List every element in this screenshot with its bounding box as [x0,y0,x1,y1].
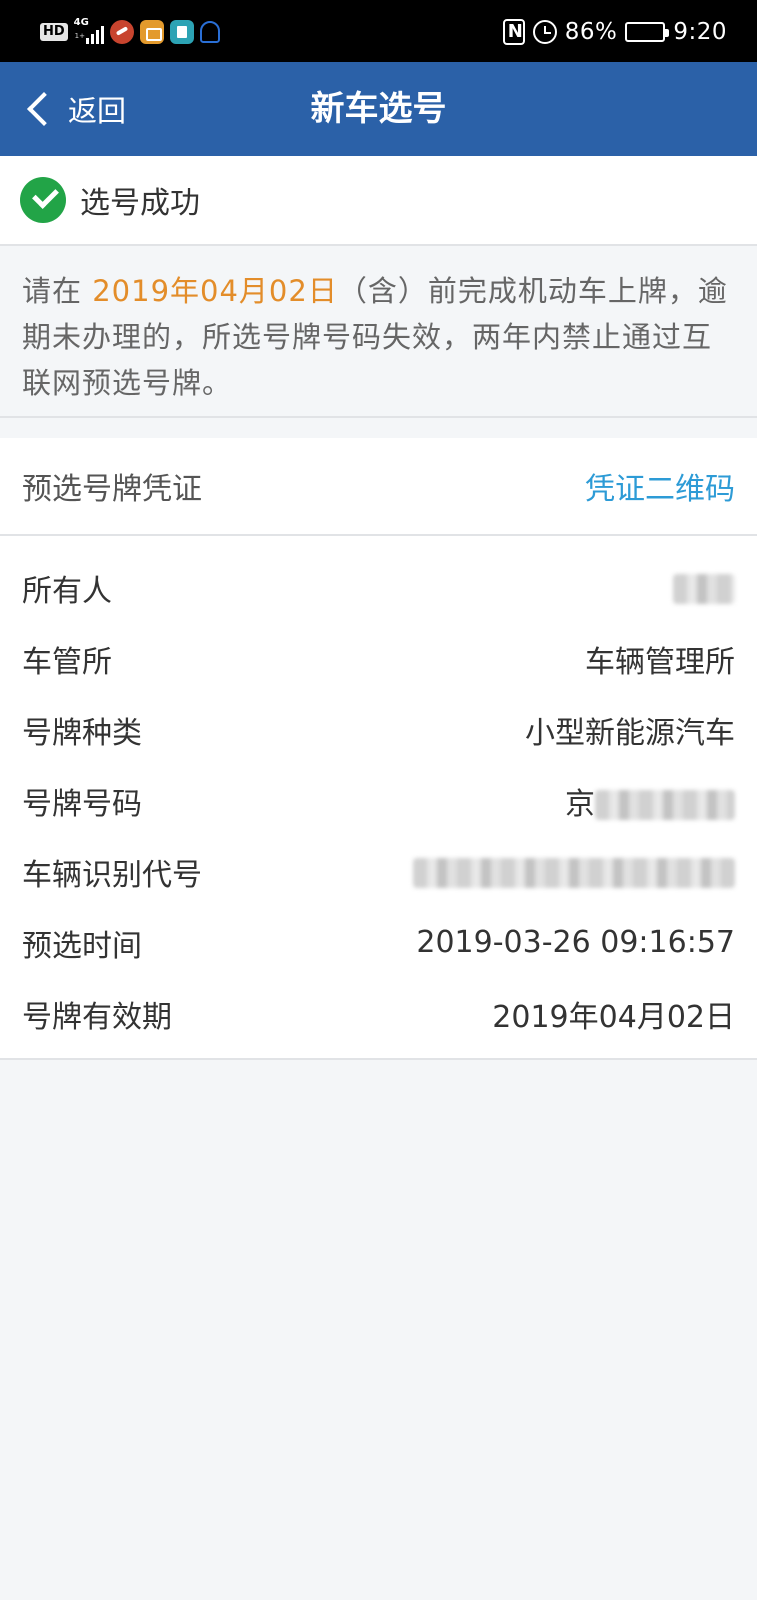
headset-icon [199,21,220,43]
success-banner: 选号成功 [0,156,757,246]
info-label: 号牌种类 [22,715,142,751]
status-right: 86% 9:20 [502,14,727,50]
info-label: 号牌号码 [22,786,142,822]
owner-value-redacted [673,570,735,605]
info-row-office: 车管所 车辆管理所 [0,623,757,694]
nfc-icon [502,19,525,45]
info-row-plate-type: 号牌种类 小型新能源汽车 [0,694,757,765]
nav-bar: 返回 新车选号 [0,62,757,156]
send-app-icon [109,20,134,44]
info-row-vin: 车辆识别代号 [0,836,757,907]
info-row-plate-number: 号牌号码 京 [0,765,757,836]
notice-date: 2019年04月02日 [92,274,338,308]
redacted-blur [413,857,735,888]
info-value: 车辆管理所 [585,644,735,680]
redacted-blur [595,790,735,820]
hd-icon: HD [40,23,68,41]
deadline-notice: 请在 2019年04月02日（含）前完成机动车上牌，逾期未办理的，所选号牌号码失… [0,246,757,418]
info-label: 预选时间 [22,928,142,964]
info-row-select-time: 预选时间 2019-03-26 09:16:57 [0,907,757,978]
info-list: 所有人 车管所 车辆管理所 号牌种类 小型新能源汽车 号牌号码 京 车辆识别代号 [0,536,757,1049]
signal-icon: 4G 1+ [74,18,104,46]
book-app-icon [169,20,194,44]
plate-number-value: 京 [565,779,735,823]
redacted-blur [673,573,735,604]
info-label: 车管所 [22,644,112,680]
info-label: 号牌有效期 [22,999,172,1035]
info-row-validity: 号牌有效期 2019年04月02日 [0,978,757,1049]
info-value: 2019-03-26 09:16:57 [416,925,735,960]
plate-card: 预选号牌凭证 凭证二维码 所有人 车管所 车辆管理所 号牌种类 小型新能源汽车 … [0,438,757,1060]
info-label: 车辆识别代号 [22,857,202,893]
check-circle-icon [20,177,66,223]
mail-app-icon [139,20,164,44]
alarm-icon [532,20,557,44]
info-row-owner: 所有人 [0,552,757,623]
success-text: 选号成功 [80,186,200,221]
clock: 9:20 [673,19,727,45]
info-value: 2019年04月02日 [492,999,735,1035]
info-value: 小型新能源汽车 [525,715,735,751]
battery-percent: 86% [564,19,618,45]
certificate-row: 预选号牌凭证 凭证二维码 [0,438,757,536]
status-left: HD 4G 1+ [40,16,220,48]
certificate-label: 预选号牌凭证 [22,472,202,507]
notice-prefix: 请在 [22,274,93,308]
battery-icon [625,22,670,42]
info-label: 所有人 [22,573,112,609]
status-bar: HD 4G 1+ 86% 9:20 [0,0,757,62]
page-title: 新车选号 [310,89,447,129]
vin-value-redacted [413,854,735,889]
qr-code-link[interactable]: 凭证二维码 [585,464,735,508]
